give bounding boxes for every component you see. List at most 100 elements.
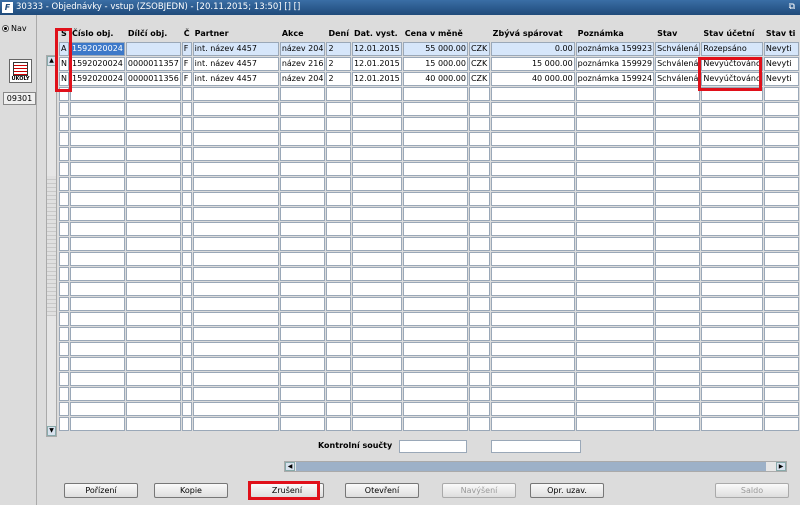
table-cell[interactable] — [701, 177, 763, 191]
table-cell[interactable] — [192, 162, 279, 176]
table-cell[interactable]: 12.01.2015 — [351, 42, 402, 56]
table-cell[interactable] — [655, 147, 701, 161]
table-cell[interactable] — [351, 222, 402, 236]
table-cell[interactable] — [402, 222, 468, 236]
table-cell[interactable] — [125, 192, 181, 206]
table-cell[interactable] — [326, 372, 351, 386]
table-cell[interactable] — [575, 387, 655, 401]
table-cell[interactable] — [351, 342, 402, 356]
table-cell[interactable] — [351, 177, 402, 191]
table-cell[interactable] — [125, 252, 181, 266]
table-cell[interactable] — [279, 177, 326, 191]
table-row[interactable]: N 1592020024 0000011357 Fint. název 4457 náz… — [59, 57, 799, 71]
table-cell[interactable] — [351, 312, 402, 326]
table-cell[interactable] — [490, 417, 575, 431]
table-cell[interactable] — [192, 357, 279, 371]
otevreni-button[interactable]: Otevření — [345, 483, 419, 498]
table-cell[interactable]: Nevyti — [763, 72, 799, 86]
table-cell[interactable] — [69, 87, 125, 101]
table-cell[interactable] — [279, 252, 326, 266]
table-cell[interactable] — [125, 387, 181, 401]
table-cell[interactable] — [192, 282, 279, 296]
table-cell[interactable]: CZK — [468, 57, 490, 71]
table-cell[interactable] — [125, 282, 181, 296]
table-cell[interactable] — [279, 327, 326, 341]
empty-row[interactable] — [59, 147, 799, 161]
table-cell[interactable] — [763, 327, 799, 341]
table-cell[interactable]: Nevyúčtováno — [701, 57, 763, 71]
column-header[interactable]: Partner — [193, 26, 279, 41]
table-cell[interactable] — [326, 237, 351, 251]
table-cell[interactable]: Nevyti — [763, 42, 799, 56]
table-cell[interactable] — [655, 132, 701, 146]
table-cell[interactable] — [468, 387, 490, 401]
table-cell[interactable] — [402, 87, 468, 101]
table-cell[interactable] — [69, 417, 125, 431]
table-cell[interactable] — [181, 387, 192, 401]
table-cell[interactable] — [575, 252, 655, 266]
scroll-up-icon[interactable]: ▲ — [47, 56, 56, 66]
table-cell[interactable]: 2 — [326, 42, 351, 56]
scroll-down-icon[interactable]: ▼ — [47, 426, 56, 436]
scroll-left-icon[interactable]: ◀ — [285, 462, 295, 471]
scroll-thumb[interactable] — [47, 176, 56, 316]
table-cell[interactable] — [69, 117, 125, 131]
table-cell[interactable] — [763, 192, 799, 206]
table-cell[interactable] — [402, 297, 468, 311]
table-cell[interactable] — [279, 282, 326, 296]
empty-row[interactable] — [59, 177, 799, 191]
table-cell[interactable] — [575, 282, 655, 296]
table-cell[interactable] — [69, 162, 125, 176]
table-cell[interactable] — [655, 207, 701, 221]
table-cell[interactable] — [192, 177, 279, 191]
table-cell[interactable] — [402, 117, 468, 131]
table-cell[interactable] — [701, 357, 763, 371]
table-cell[interactable] — [59, 87, 69, 101]
empty-row[interactable] — [59, 117, 799, 131]
table-cell[interactable] — [326, 177, 351, 191]
table-cell[interactable] — [326, 267, 351, 281]
column-header[interactable]: Stav ti — [764, 26, 799, 41]
nav-radio[interactable]: Nav — [2, 24, 27, 33]
empty-row[interactable] — [59, 357, 799, 371]
empty-row[interactable] — [59, 297, 799, 311]
empty-row[interactable] — [59, 282, 799, 296]
table-cell[interactable] — [402, 252, 468, 266]
table-cell[interactable] — [655, 222, 701, 236]
table-cell[interactable] — [279, 312, 326, 326]
table-cell[interactable] — [69, 267, 125, 281]
table-cell[interactable] — [326, 282, 351, 296]
table-cell[interactable] — [468, 402, 490, 416]
empty-row[interactable] — [59, 342, 799, 356]
table-cell[interactable] — [763, 267, 799, 281]
table-cell[interactable] — [490, 192, 575, 206]
table-cell[interactable] — [125, 42, 181, 56]
table-cell[interactable] — [326, 192, 351, 206]
table-cell[interactable] — [326, 252, 351, 266]
table-cell[interactable] — [468, 102, 490, 116]
table-cell[interactable] — [125, 87, 181, 101]
table-cell[interactable] — [468, 267, 490, 281]
table-cell[interactable] — [326, 117, 351, 131]
table-cell[interactable] — [181, 117, 192, 131]
table-cell[interactable] — [181, 252, 192, 266]
table-cell[interactable] — [575, 192, 655, 206]
table-cell[interactable] — [655, 327, 701, 341]
table-cell[interactable] — [575, 297, 655, 311]
table-cell[interactable]: 12.01.2015 — [351, 72, 402, 86]
table-cell[interactable] — [575, 222, 655, 236]
table-cell[interactable] — [468, 252, 490, 266]
table-cell[interactable] — [701, 132, 763, 146]
table-cell[interactable] — [763, 342, 799, 356]
table-cell[interactable] — [468, 372, 490, 386]
table-cell[interactable] — [575, 147, 655, 161]
empty-row[interactable] — [59, 372, 799, 386]
table-cell[interactable] — [655, 237, 701, 251]
table-cell[interactable]: název 216 — [279, 57, 326, 71]
table-cell[interactable] — [763, 132, 799, 146]
table-cell[interactable] — [326, 102, 351, 116]
table-cell[interactable] — [763, 177, 799, 191]
table-cell[interactable] — [763, 372, 799, 386]
table-cell[interactable] — [468, 312, 490, 326]
zruseni-button[interactable]: Zrušení — [250, 483, 324, 498]
